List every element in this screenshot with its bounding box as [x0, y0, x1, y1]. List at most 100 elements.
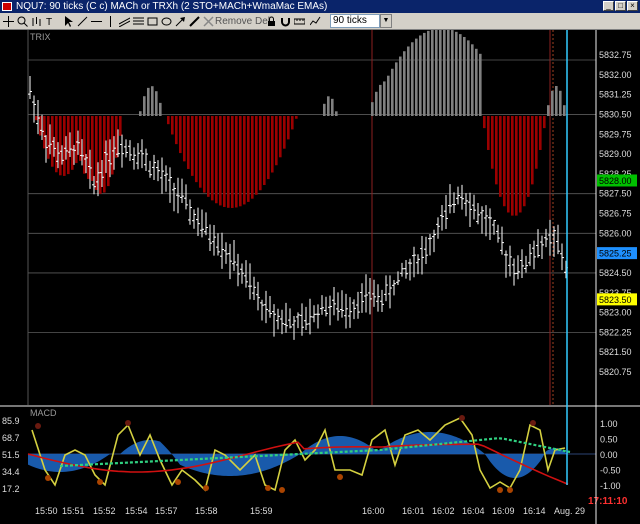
trix-histogram-bar [167, 116, 170, 125]
trix-histogram-bar [75, 116, 78, 164]
cursor-icon[interactable] [63, 16, 74, 27]
arrow-icon[interactable] [175, 16, 186, 27]
trix-histogram-bar [87, 116, 90, 179]
chart-type-icon[interactable] [310, 16, 321, 27]
price-tag-label: 5825.25 [599, 249, 632, 259]
ellipse-icon[interactable] [161, 16, 172, 27]
trix-histogram-bar [255, 116, 258, 195]
time-tick-label: 16:00 [362, 506, 385, 516]
trix-histogram-bar [39, 116, 42, 136]
trix-histogram-bar [267, 116, 270, 180]
fibonacci-icon[interactable] [133, 16, 144, 27]
price-tick-label: 5824.50 [599, 268, 632, 278]
time-tick-label: 15:59 [250, 506, 273, 516]
time-tick-label: 15:51 [62, 506, 85, 516]
trix-histogram-bar [427, 30, 430, 116]
macd-left-tick: 34.4 [2, 467, 20, 477]
time-tick-label: 16:01 [402, 506, 425, 516]
trix-label: TRIX [30, 32, 51, 42]
trix-histogram-bar [151, 86, 154, 116]
trix-histogram-bar [247, 116, 250, 202]
price-tick-label: 5822.25 [599, 327, 632, 337]
signal-marker [125, 420, 131, 426]
trix-histogram-bar [243, 116, 246, 205]
vline-icon[interactable] [105, 16, 116, 27]
magnet-icon[interactable] [280, 16, 291, 27]
signal-marker [507, 487, 513, 493]
trix-histogram-bar [419, 35, 422, 116]
maximize-icon[interactable]: □ [615, 1, 626, 11]
trix-histogram-bar [391, 68, 394, 116]
price-tick-label: 5826.75 [599, 209, 632, 219]
rectangle-icon[interactable] [147, 16, 158, 27]
trendline-icon[interactable] [77, 16, 88, 27]
trix-histogram-bar [331, 98, 334, 116]
bar-chart-icon[interactable] [31, 16, 42, 27]
pencil-icon[interactable] [189, 16, 200, 27]
time-tick-label: Aug. 29 [554, 506, 585, 516]
trix-histogram-bar [387, 75, 390, 116]
title-bar[interactable]: NQU7: 90 ticks (C c) MACh or TRXh (2 STO… [0, 0, 640, 13]
trix-histogram-bar [115, 116, 118, 158]
crosshair-icon[interactable] [3, 16, 14, 27]
signal-marker [497, 487, 503, 493]
clock-readout: 17:11:10 [588, 496, 628, 507]
trix-histogram-bar [527, 116, 530, 197]
time-tick-label: 15:50 [35, 506, 58, 516]
minimize-icon[interactable]: _ [603, 1, 614, 11]
trix-histogram-bar [47, 116, 50, 159]
price-tag-label: 5828.00 [599, 176, 632, 186]
price-tick-label: 5826.00 [599, 228, 632, 238]
trix-histogram-bar [559, 90, 562, 116]
trix-histogram-bar [203, 116, 206, 193]
interval-select[interactable]: 90 ticks [330, 14, 380, 28]
trix-histogram-bar [447, 30, 450, 117]
trix-histogram-bar [283, 116, 286, 149]
hline-icon[interactable] [91, 16, 102, 27]
chevron-down-icon[interactable]: ▼ [380, 14, 392, 28]
close-icon[interactable]: × [627, 1, 638, 11]
macd-right-tick: -1.00 [600, 481, 621, 491]
trix-histogram-bar [403, 51, 406, 116]
price-tag-label: 5823.50 [599, 295, 632, 305]
trix-histogram-bar [199, 116, 202, 188]
trix-histogram-bar [375, 91, 378, 116]
ruler-icon[interactable] [294, 16, 305, 27]
signal-marker [97, 479, 103, 485]
trix-histogram-bar [411, 42, 414, 117]
trix-histogram-bar [415, 38, 418, 116]
trix-histogram-bar [519, 116, 522, 213]
trix-histogram-bar [103, 116, 106, 193]
signal-marker [530, 420, 536, 426]
lock-icon[interactable] [266, 16, 277, 27]
signal-marker [45, 475, 51, 481]
price-tick-label: 5823.00 [599, 308, 632, 318]
trix-histogram-bar [395, 62, 398, 116]
trix-histogram-bar [327, 96, 330, 116]
trix-histogram-bar [63, 116, 66, 176]
time-tick-label: 16:02 [432, 506, 455, 516]
trix-histogram-bar [207, 116, 210, 197]
trix-histogram-bar [263, 116, 266, 185]
trix-histogram-bar [155, 91, 158, 116]
channel-icon[interactable] [119, 16, 130, 27]
trix-histogram-bar [383, 81, 386, 116]
trix-histogram-bar [443, 30, 446, 116]
zoom-icon[interactable] [17, 16, 28, 27]
trix-histogram-bar [147, 87, 150, 116]
trix-histogram-bar [531, 116, 534, 185]
window-title: NQU7: 90 ticks (C c) MACh or TRXh (2 STO… [16, 1, 328, 12]
trix-histogram-bar [95, 116, 98, 190]
trix-histogram-bar [139, 111, 142, 116]
remove-del-button[interactable]: Remove Del [215, 15, 270, 28]
price-tick-label: 5821.50 [599, 347, 632, 357]
trix-histogram-bar [99, 116, 102, 194]
price-tick-label: 5832.75 [599, 50, 632, 60]
trix-histogram-bar [251, 116, 254, 199]
text-tool-icon[interactable]: T [45, 16, 56, 27]
chart-area[interactable]: 5832.75 5832.00 5831.25 5830.50 5829.75 5829.… [0, 30, 640, 524]
trix-histogram-bar [191, 116, 194, 176]
trix-histogram-bar [211, 116, 214, 201]
trix-histogram-bar [215, 116, 218, 204]
trix-histogram-bar [171, 116, 174, 135]
